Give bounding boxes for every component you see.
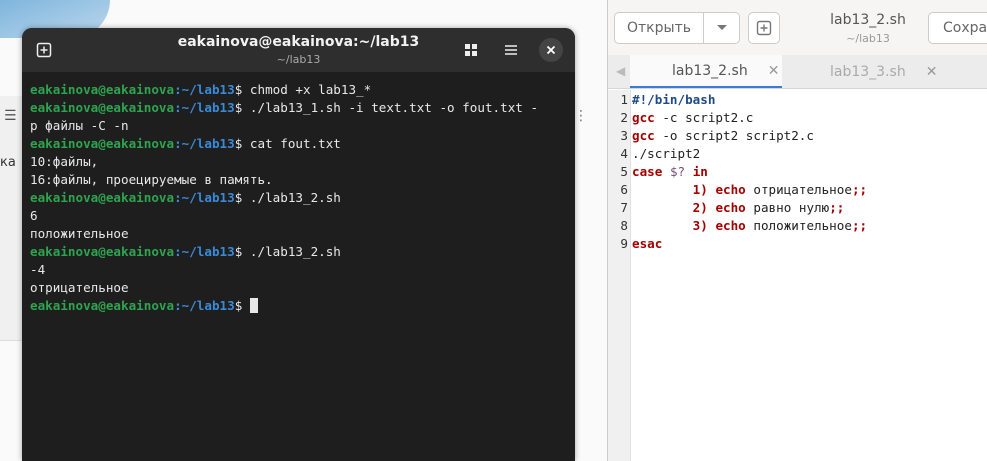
- command-text: ./lab13_1.sh -i text.txt -o fout.txt -: [249, 100, 539, 115]
- chevron-down-icon[interactable]: [704, 12, 740, 44]
- code-line: 2 gcc -c script2.c: [608, 109, 987, 127]
- code-line: 4 ./script2: [608, 145, 987, 163]
- code-editor[interactable]: 1 #!/bin/bash 2 gcc -c script2.c 3 gcc -o scr…: [608, 91, 987, 253]
- open-button[interactable]: Открыть: [614, 12, 704, 44]
- line-number: 9: [620, 236, 628, 251]
- menu-icon[interactable]: [497, 36, 525, 64]
- terminal-cursor: [249, 298, 258, 313]
- line-number: 8: [620, 218, 628, 233]
- prompt-path: :~/lab13: [174, 100, 235, 115]
- command-text: cat fout.txt: [249, 136, 341, 151]
- prompt-symbol: $: [234, 244, 250, 259]
- tab-lab13-2[interactable]: lab13_2.sh ✕: [630, 55, 782, 88]
- terminal-window[interactable]: eakainova@eakainova:~/lab13 ~/lab13 eaka…: [22, 28, 575, 461]
- code-line: 8 3) echo положительное;;: [608, 217, 987, 235]
- background-sidebar: [0, 96, 23, 341]
- terminal-output-line: положительное: [30, 226, 129, 241]
- code-text: gcc -o script2 script2.c: [632, 128, 814, 143]
- code-line: 9 esac: [608, 235, 987, 253]
- code-text: ./script2: [632, 146, 701, 161]
- tab-label: lab13_3.sh: [830, 63, 906, 80]
- line-number: 1: [620, 92, 628, 107]
- line-number: 2: [620, 110, 628, 125]
- prompt-symbol: $: [234, 100, 250, 115]
- prompt-user: eakainova@eakainova: [30, 190, 175, 205]
- terminal-header: eakainova@eakainova:~/lab13 ~/lab13: [22, 28, 575, 72]
- terminal-output[interactable]: eakainova@eakainova:~/lab13$ chmod +x la…: [30, 81, 569, 315]
- prompt-symbol: $: [234, 82, 250, 97]
- terminal-subtitle: ~/lab13: [276, 53, 321, 66]
- command-text: ./lab13_2.sh: [249, 244, 341, 259]
- terminal-output-line: 16:файлы, проецируемые в память.: [30, 172, 273, 187]
- prompt-path: :~/lab13: [174, 190, 235, 205]
- line-number: 5: [620, 164, 628, 179]
- background-label: ка: [0, 155, 16, 170]
- tab-label: lab13_2.sh: [672, 62, 748, 79]
- terminal-output-line: отрицательное: [30, 280, 129, 295]
- code-line: 3 gcc -o script2 script2.c: [608, 127, 987, 145]
- terminal-command-line: eakainova@eakainova:~/lab13$ ./lab13_2.s…: [30, 243, 569, 261]
- command-text: chmod +x lab13_*: [249, 82, 372, 97]
- prompt-symbol: $: [234, 136, 250, 151]
- prompt-path: :~/lab13: [174, 82, 235, 97]
- prompt-symbol: $: [234, 190, 250, 205]
- terminal-command-line: eakainova@eakainova:~/lab13$ cat fout.tx…: [30, 135, 569, 153]
- terminal-output-line: р файлы -C -n: [30, 118, 129, 133]
- code-line: 1 #!/bin/bash: [608, 91, 987, 109]
- close-icon[interactable]: [539, 38, 563, 62]
- prompt-path: :~/lab13: [174, 244, 235, 259]
- hamburger-icon[interactable]: ☰: [4, 108, 17, 124]
- new-document-icon[interactable]: [748, 12, 780, 44]
- tab-lab13-3[interactable]: lab13_3.sh ✕: [784, 55, 984, 88]
- line-number: 7: [620, 200, 628, 215]
- divider: [0, 340, 22, 341]
- prompt-path: :~/lab13: [174, 298, 235, 313]
- terminal-output-line: 6: [30, 208, 38, 223]
- code-line: 5 case $? in: [608, 163, 987, 181]
- line-number: 4: [620, 146, 628, 161]
- code-text: #!/bin/bash: [632, 92, 716, 107]
- line-number: 6: [620, 182, 628, 197]
- code-text: 2) echo равно нулю;;: [692, 200, 845, 215]
- terminal-output-line: 10:файлы,: [30, 154, 99, 169]
- code-text: gcc -c script2.c: [632, 110, 754, 125]
- prompt-path: :~/lab13: [174, 136, 235, 151]
- code-text: esac: [632, 236, 663, 251]
- editor-subtitle: ~/lab13: [846, 32, 890, 45]
- text-editor-window[interactable]: Открыть lab13_2.sh ~/lab13 Сохран ◀ lab1…: [607, 0, 987, 461]
- code-line: 7 2) echo равно нулю;;: [608, 199, 987, 217]
- line-number: 3: [620, 128, 628, 143]
- kebab-icon[interactable]: ⋮: [574, 108, 588, 124]
- prompt-user: eakainova@eakainova: [30, 298, 175, 313]
- save-button[interactable]: Сохран: [928, 12, 987, 44]
- tab-bar: ◀ lab13_2.sh ✕ lab13_3.sh ✕: [608, 55, 987, 89]
- close-icon[interactable]: ✕: [926, 64, 938, 80]
- prompt-user: eakainova@eakainova: [30, 136, 175, 151]
- terminal-title: eakainova@eakainova:~/lab13: [177, 34, 420, 50]
- scroll-left-icon[interactable]: ◀: [616, 64, 625, 78]
- grid-icon[interactable]: [457, 36, 485, 64]
- prompt-user: eakainova@eakainova: [30, 244, 175, 259]
- close-icon[interactable]: ✕: [768, 63, 780, 79]
- prompt-user: eakainova@eakainova: [30, 100, 175, 115]
- command-text: ./lab13_2.sh: [249, 190, 341, 205]
- code-line: 6 1) echo отрицательное;;: [608, 181, 987, 199]
- code-text: 1) echo отрицательное;;: [692, 182, 868, 197]
- code-text: 3) echo положительное;;: [692, 218, 868, 233]
- editor-title: lab13_2.sh: [830, 12, 906, 28]
- prompt-symbol: $: [234, 298, 250, 313]
- terminal-command-line: eakainova@eakainova:~/lab13$ ./lab13_1.s…: [30, 99, 569, 117]
- terminal-command-line: eakainova@eakainova:~/lab13$ chmod +x la…: [30, 81, 569, 99]
- prompt-user: eakainova@eakainova: [30, 82, 175, 97]
- editor-header: Открыть lab13_2.sh ~/lab13 Сохран: [608, 0, 987, 56]
- code-text: case $? in: [632, 164, 708, 179]
- terminal-command-line: eakainova@eakainova:~/lab13$: [30, 297, 569, 315]
- terminal-output-line: -4: [30, 262, 46, 277]
- terminal-command-line: eakainova@eakainova:~/lab13$ ./lab13_2.s…: [30, 189, 569, 207]
